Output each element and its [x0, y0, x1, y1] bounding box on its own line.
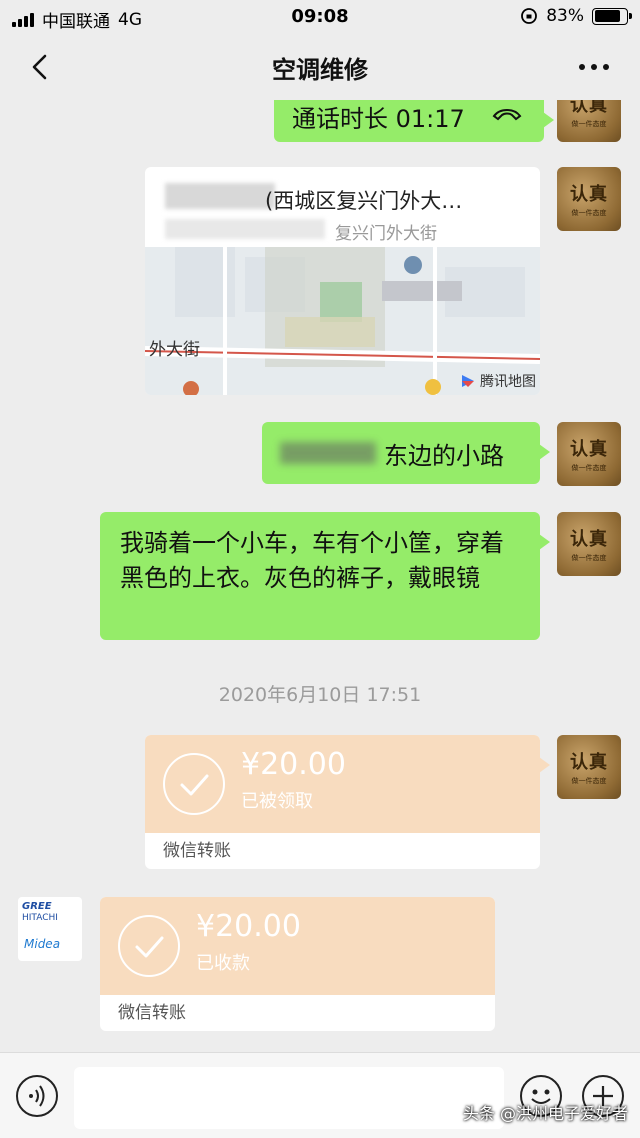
transfer-amount: ¥20.00 [241, 747, 346, 782]
gree-logo: GREE [22, 901, 52, 912]
voice-button[interactable] [16, 1075, 58, 1117]
location-subtitle: 复兴门外大街 [335, 224, 437, 244]
check-icon [163, 753, 225, 815]
self-avatar[interactable]: 认真 做一件态度 [557, 100, 621, 142]
check-icon [118, 915, 180, 977]
battery-percent: 83% [546, 6, 584, 26]
orientation-lock-icon [521, 8, 538, 24]
transfer-status: 已被领取 [241, 791, 313, 812]
self-avatar[interactable]: 认真 做一件态度 [557, 512, 621, 576]
watermark: 头条 @洪州电子爱好者 [462, 1104, 628, 1123]
blurred-area [280, 442, 376, 464]
self-avatar[interactable]: 认真 做一件态度 [557, 422, 621, 486]
message-input[interactable] [74, 1067, 504, 1129]
chat-title: 空调维修 [272, 55, 368, 84]
map-preview[interactable]: 外大街 腾讯地图 [145, 247, 540, 395]
blurred-area [165, 219, 325, 239]
transfer-label: 微信转账 [163, 841, 231, 861]
phone-hangup-icon [492, 109, 522, 121]
road-message-text: 东边的小路 [384, 441, 504, 470]
call-duration-text: 通话时长 01:17 [292, 104, 465, 133]
back-button[interactable] [26, 52, 56, 82]
blurred-area [165, 183, 275, 209]
road-message-bubble[interactable]: 东边的小路 [262, 422, 550, 484]
location-card[interactable]: (西城区复兴门外大… 复兴门外大街 外大街 腾讯地图 [145, 167, 540, 395]
contact-avatar[interactable]: GREE HITACHI Midea [18, 897, 82, 961]
status-right: 83% [520, 6, 632, 26]
transfer-out-card[interactable]: ¥20.00 已被领取 微信转账 [145, 735, 550, 869]
status-bar: 中国联通 4G 09:08 83% [0, 0, 640, 34]
tencent-map-icon [462, 375, 474, 387]
voice-icon [29, 1085, 45, 1107]
midea-logo: Midea [24, 937, 61, 951]
more-icon[interactable] [576, 52, 612, 82]
transfer-status: 已收款 [196, 953, 250, 974]
chat-area[interactable]: 通话时长 01:17 认真 做一件态度 (西城区复兴门外大… 复兴门外大街 外大… [0, 100, 640, 1052]
map-street-label: 外大街 [149, 340, 200, 360]
call-record-bubble[interactable]: 通话时长 01:17 [274, 100, 554, 142]
transfer-amount: ¥20.00 [196, 909, 301, 944]
description-message-bubble[interactable]: 我骑着一个小车，车有个小筐，穿着黑色的上衣。灰色的裤子，戴眼镜 [100, 512, 550, 640]
battery-icon [592, 7, 632, 25]
transfer-in-card[interactable]: ¥20.00 已收款 微信转账 [100, 897, 495, 1031]
description-message-text: 我骑着一个小车，车有个小筐，穿着黑色的上衣。灰色的裤子，戴眼镜 [120, 529, 504, 592]
self-avatar[interactable]: 认真 做一件态度 [557, 735, 621, 799]
self-avatar[interactable]: 认真 做一件态度 [557, 167, 621, 231]
transfer-label: 微信转账 [118, 1003, 186, 1023]
input-bar: 头条 @洪州电子爱好者 [0, 1052, 640, 1138]
nav-bar: 空调维修 [0, 34, 640, 100]
message-timestamp: 2020年6月10日 17:51 [218, 684, 422, 706]
map-attribution: 腾讯地图 [460, 371, 536, 391]
hitachi-logo: HITACHI [22, 913, 58, 923]
location-title: (西城区复兴门外大… [265, 189, 463, 213]
